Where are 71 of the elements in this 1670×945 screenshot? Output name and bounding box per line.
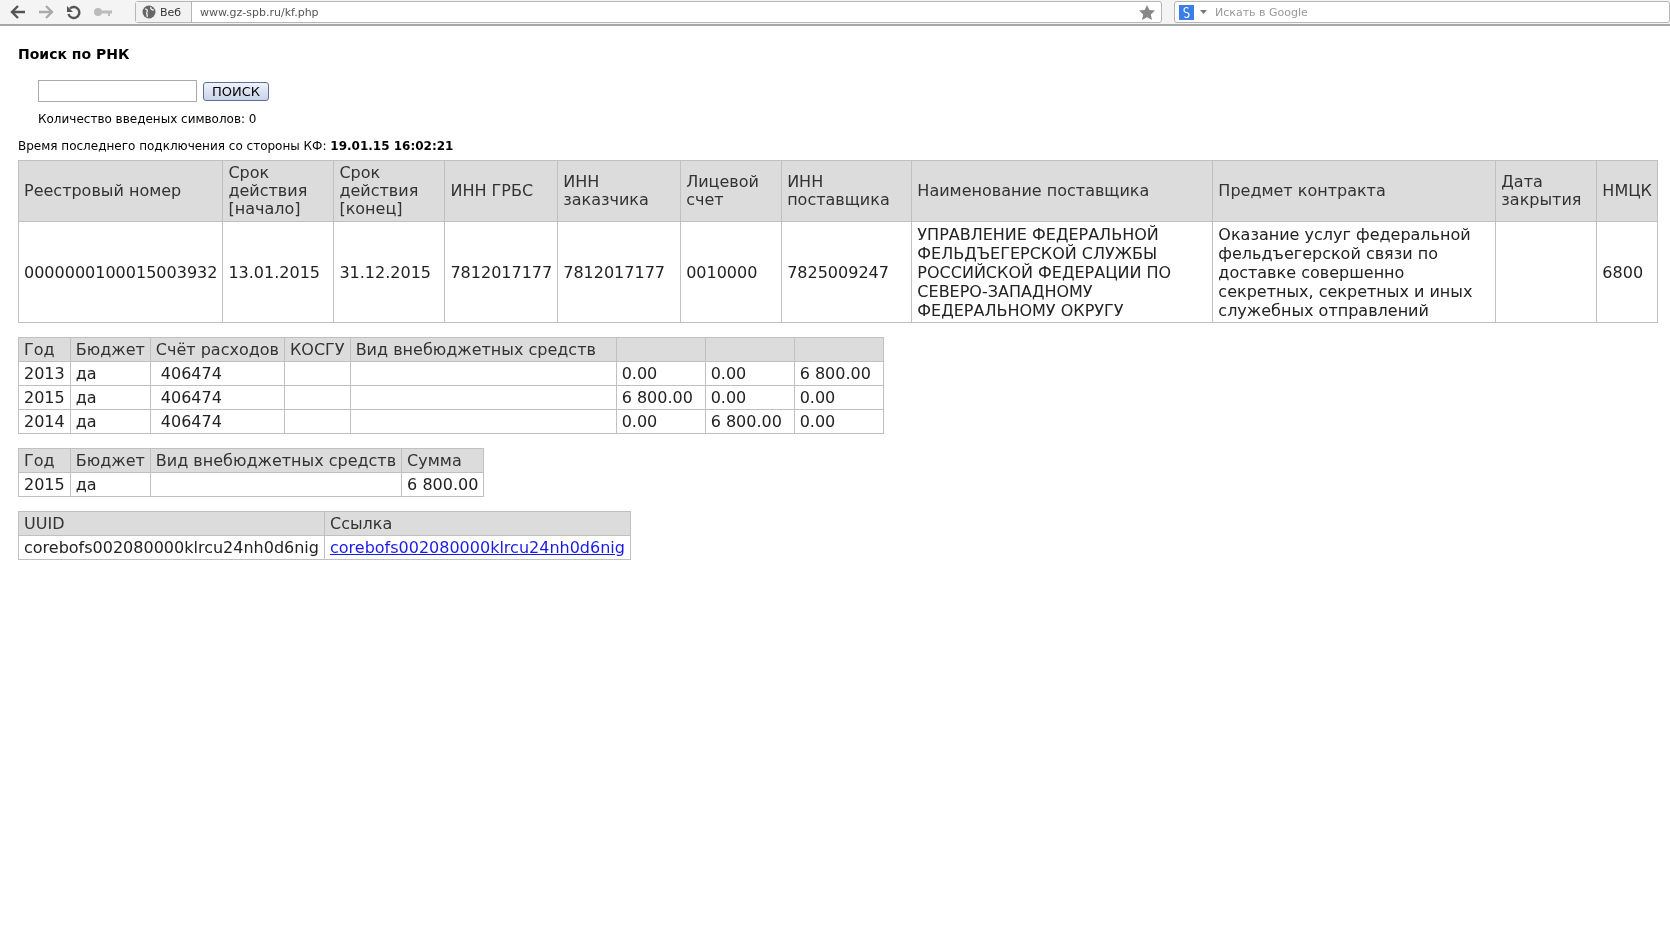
table-cell: 406474 — [150, 409, 285, 434]
table-cell: 0.00 — [616, 409, 706, 434]
forward-icon[interactable] — [38, 5, 54, 19]
column-header: КОСГУ — [284, 337, 351, 362]
column-header: Год — [18, 337, 71, 362]
column-header: ИНН поставщика — [781, 160, 912, 222]
back-icon[interactable] — [10, 5, 26, 19]
table-cell: 6 800.00 — [616, 385, 706, 410]
character-counter: Количество введеных символов: 0 — [38, 112, 258, 126]
column-header: Счёт расходов — [150, 337, 285, 362]
search-input[interactable] — [38, 80, 197, 102]
address-bar[interactable]: Веб www.gz-spb.ru/kf.php — [135, 1, 1162, 23]
table-cell: УПРАВЛЕНИЕ ФЕДЕРАЛЬНОЙ ФЕЛЬДЪЕГЕРСКОЙ СЛУЖБЫ РОССИЙСКОЙ ФЕДЕРАЦИИ ПО СЕВЕРО-ЗАПАДНОМУ ФЕДЕРАЛЬНОМУ ОКРУГУ — [911, 221, 1213, 323]
reload-icon[interactable] — [66, 4, 81, 20]
table-cell: 6 800.00 — [705, 409, 795, 434]
column-header: Вид внебюджетных средств — [150, 448, 402, 473]
column-header: НМЦК — [1596, 160, 1658, 222]
table-cell: да — [70, 385, 151, 410]
table-cell: 406474 — [150, 361, 285, 386]
column-header: Дата закрытия — [1495, 160, 1597, 222]
column-header: Лицевой счет — [680, 160, 782, 222]
table-cell: 2013 — [18, 361, 71, 386]
column-header: Бюджет — [70, 448, 151, 473]
column-header: ИНН ГРБС — [444, 160, 558, 222]
table-cell: 7812017177 — [444, 221, 558, 323]
column-header: Ссылка — [324, 511, 631, 536]
table-cell: 31.12.2015 — [333, 221, 445, 323]
table-cell: 6800 — [1596, 221, 1658, 323]
table-cell: да — [70, 472, 151, 497]
last-connection-text: Время последнего подключения со стороны КФ: 19.01.15 16:02:21 — [18, 139, 455, 153]
search-bar[interactable]: Искать в Google — [1174, 1, 1670, 23]
column-header: Год — [18, 448, 71, 473]
star-icon[interactable] — [1139, 4, 1155, 20]
column-header: ИНН заказчика — [557, 160, 681, 222]
search-button[interactable]: ПОИСК — [203, 81, 270, 101]
table-cell: 7825009247 — [781, 221, 912, 323]
table-cell: 7812017177 — [557, 221, 681, 323]
column-header: Предмет контракта — [1212, 160, 1496, 222]
table-cell: 0000000100015003932 — [18, 221, 223, 323]
table-cell: да — [70, 361, 151, 386]
table-cell: 2015 — [18, 385, 71, 410]
table-cell: 2015 — [18, 472, 71, 497]
section-title: Поиск по РНК — [18, 46, 131, 62]
globe-icon — [142, 5, 156, 19]
table-cell: 0.00 — [705, 361, 795, 386]
column-header: Срок действия [начало] — [222, 160, 334, 222]
table-cell: 6 800.00 — [401, 472, 484, 497]
scope-button[interactable]: Веб — [136, 2, 193, 22]
url-text: www.gz-spb.ru/kf.php — [199, 5, 320, 19]
column-header: Наименование поставщика — [911, 160, 1213, 222]
column-header: Сумма — [401, 448, 484, 473]
column-header: UUID — [18, 511, 325, 536]
column-header: Срок действия [конец] — [333, 160, 445, 222]
table-cell: Оказание услуг федеральной фельдъегерской связи по доставке совершенно секретных, секретных и иных служебных отправлений — [1212, 221, 1496, 323]
table-cell: 0.00 — [794, 409, 884, 434]
table-cell: да — [70, 409, 151, 434]
table-cell: 0.00 — [616, 361, 706, 386]
table-cell: 406474 — [150, 385, 285, 410]
dropdown-caret-icon[interactable] — [1200, 10, 1207, 14]
table-cell: 0010000 — [680, 221, 782, 323]
column-header: Реестровый номер — [18, 160, 223, 222]
google-icon — [1179, 4, 1194, 20]
table-cell: 6 800.00 — [794, 361, 884, 386]
search-field[interactable]: Искать в Google — [1213, 4, 1669, 20]
table-cell: 2014 — [18, 409, 71, 434]
table-cell: corebofs002080000klrcu24nh0d6nig — [18, 535, 325, 560]
column-header: Вид внебюджетных средств — [350, 337, 617, 362]
table-cell: 0.00 — [705, 385, 795, 410]
column-header: Бюджет — [70, 337, 151, 362]
table-cell: 0.00 — [794, 385, 884, 410]
table-cell: 13.01.2015 — [222, 221, 334, 323]
